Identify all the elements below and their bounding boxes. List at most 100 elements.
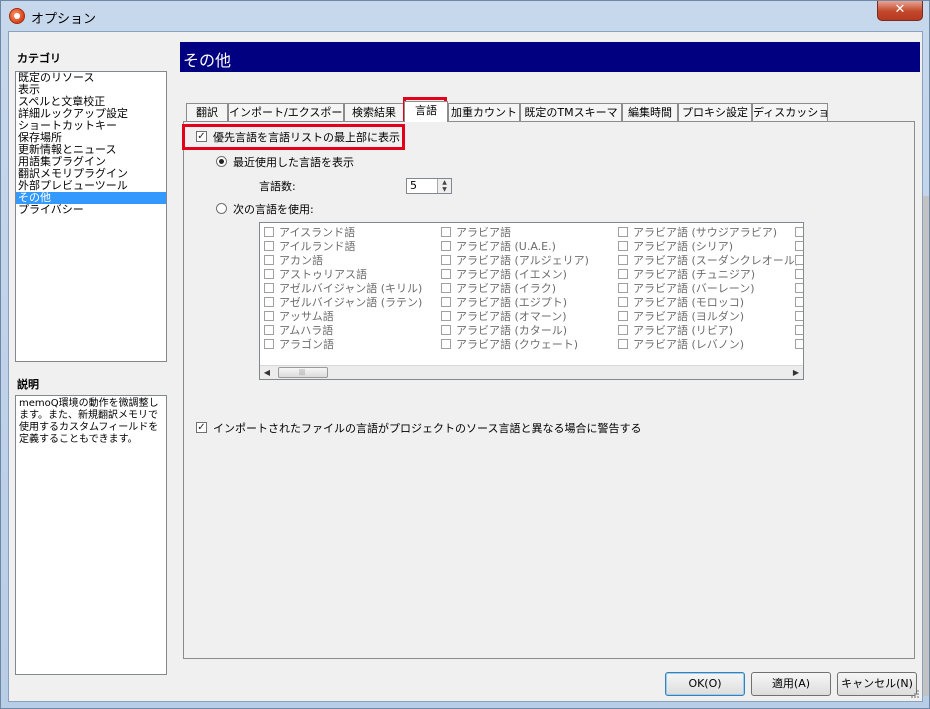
list-item[interactable]: アラビア語 (バーレーン): [618, 282, 799, 296]
checkbox-icon[interactable]: [441, 311, 451, 321]
checkbox-icon[interactable]: [441, 241, 451, 251]
checkbox-icon[interactable]: [795, 283, 803, 293]
category-item-privacy[interactable]: プライバシー: [16, 204, 166, 216]
tab-discussion[interactable]: ディスカッション: [752, 103, 828, 121]
checkbox-icon[interactable]: [795, 325, 803, 335]
checkbox-icon[interactable]: [264, 227, 274, 237]
scroll-thumb[interactable]: |||: [278, 367, 328, 378]
checkbox-icon[interactable]: [795, 227, 803, 237]
list-item[interactable]: アラビア語 (シリア): [618, 240, 799, 254]
list-item[interactable]: アイスランド語: [264, 226, 422, 240]
checkbox-icon[interactable]: [441, 269, 451, 279]
stepper-buttons[interactable]: ▲ ▼: [437, 179, 451, 193]
checkbox-icon[interactable]: [264, 297, 274, 307]
list-item[interactable]: アッサム語: [264, 310, 422, 324]
tab-import-export[interactable]: インポート/エクスポート: [228, 103, 344, 121]
list-item[interactable]: アラビア語 (U.A.E.): [441, 240, 589, 254]
close-button[interactable]: ✕: [877, 1, 923, 21]
tab-proxy-settings[interactable]: プロキシ設定: [678, 103, 752, 121]
list-item[interactable]: アラビア語 (ヨルダン): [618, 310, 799, 324]
tab-language[interactable]: 言語: [404, 101, 448, 122]
list-item[interactable]: アラビア語 (イエメン): [441, 268, 589, 282]
list-item[interactable]: [795, 338, 803, 352]
scroll-right-icon[interactable]: ▶: [789, 366, 803, 379]
apply-button[interactable]: 適用(A): [751, 672, 831, 696]
checkbox-icon[interactable]: [618, 227, 628, 237]
checkbox-icon[interactable]: [264, 325, 274, 335]
checkbox-icon[interactable]: [264, 339, 274, 349]
checkbox-icon[interactable]: [795, 241, 803, 251]
list-item[interactable]: アゼルバイジャン語 (キリル): [264, 282, 422, 296]
checkbox-icon[interactable]: [618, 339, 628, 349]
list-item[interactable]: [795, 240, 803, 254]
list-item[interactable]: [795, 310, 803, 324]
list-item[interactable]: [795, 282, 803, 296]
list-item[interactable]: アラビア語 (リビア): [618, 324, 799, 338]
stepper-down-icon[interactable]: ▼: [438, 186, 451, 193]
checkbox-icon[interactable]: [795, 339, 803, 349]
list-item[interactable]: アラビア語 (モロッコ): [618, 296, 799, 310]
resize-grip-icon[interactable]: [910, 689, 920, 699]
checkbox-icon[interactable]: [795, 269, 803, 279]
checkbox-icon[interactable]: [441, 227, 451, 237]
checkbox-icon[interactable]: [264, 241, 274, 251]
tab-weighted-count[interactable]: 加重カウント: [448, 103, 520, 121]
checkbox-icon[interactable]: [264, 255, 274, 265]
recent-languages-radio[interactable]: [216, 156, 227, 167]
list-item[interactable]: [795, 268, 803, 282]
checkbox-icon[interactable]: [618, 297, 628, 307]
stepper-up-icon[interactable]: ▲: [438, 179, 451, 186]
list-item[interactable]: アラビア語 (レバノン): [618, 338, 799, 352]
checkbox-icon[interactable]: [618, 325, 628, 335]
tab-search-results[interactable]: 検索結果: [344, 103, 404, 121]
language-count-stepper[interactable]: 5 ▲ ▼: [406, 178, 452, 194]
ok-button[interactable]: OK(O): [665, 672, 745, 696]
checkbox-icon[interactable]: [441, 297, 451, 307]
list-item[interactable]: アムハラ語: [264, 324, 422, 338]
tab-default-tm-schema[interactable]: 既定のTMスキーマ: [520, 103, 622, 121]
horizontal-scrollbar[interactable]: ◀ ||| ▶: [260, 365, 803, 379]
list-item[interactable]: アストゥリアス語: [264, 268, 422, 282]
language-checklist[interactable]: アイスランド語 アイルランド語 アカン語 アストゥリアス語 アゼルバイジャン語 …: [259, 222, 804, 380]
checkbox-icon[interactable]: [618, 311, 628, 321]
list-item[interactable]: アラビア語 (スーダンクレオール): [618, 254, 799, 268]
checkbox-icon[interactable]: [795, 255, 803, 265]
tab-translation[interactable]: 翻訳: [186, 103, 228, 121]
list-item[interactable]: [795, 324, 803, 338]
list-item[interactable]: アラビア語 (クウェート): [441, 338, 589, 352]
cancel-button[interactable]: キャンセル(N): [837, 672, 917, 696]
list-item[interactable]: アラビア語 (エジプト): [441, 296, 589, 310]
checkbox-icon[interactable]: [441, 283, 451, 293]
checkbox-icon[interactable]: [264, 283, 274, 293]
checkbox-icon[interactable]: [618, 269, 628, 279]
checkbox-icon[interactable]: [264, 269, 274, 279]
specific-languages-radio[interactable]: [216, 203, 227, 214]
checkbox-icon[interactable]: [264, 311, 274, 321]
list-item[interactable]: [795, 226, 803, 240]
preferred-on-top-checkbox[interactable]: [196, 131, 207, 142]
scroll-left-icon[interactable]: ◀: [260, 366, 274, 379]
tab-editing-time[interactable]: 編集時間: [622, 103, 678, 121]
list-item[interactable]: [795, 296, 803, 310]
category-list[interactable]: 既定のリソース 表示 スペルと文章校正 詳細ルックアップ設定 ショートカットキー…: [15, 71, 167, 362]
checkbox-icon[interactable]: [441, 325, 451, 335]
list-item[interactable]: アラビア語 (アルジェリア): [441, 254, 589, 268]
list-item[interactable]: アラビア語 (イラク): [441, 282, 589, 296]
list-item[interactable]: アカン語: [264, 254, 422, 268]
list-item[interactable]: [795, 254, 803, 268]
list-item[interactable]: アイルランド語: [264, 240, 422, 254]
checkbox-icon[interactable]: [441, 255, 451, 265]
list-item[interactable]: アラビア語 (オマーン): [441, 310, 589, 324]
list-item[interactable]: アゼルバイジャン語 (ラテン): [264, 296, 422, 310]
checkbox-icon[interactable]: [795, 311, 803, 321]
checkbox-icon[interactable]: [618, 283, 628, 293]
checkbox-icon[interactable]: [618, 255, 628, 265]
warn-language-mismatch-checkbox[interactable]: [196, 422, 207, 433]
list-item[interactable]: アラビア語 (サウジアラビア): [618, 226, 799, 240]
list-item[interactable]: アラビア語 (チュニジア): [618, 268, 799, 282]
title-bar[interactable]: オプション ✕: [1, 1, 929, 31]
checkbox-icon[interactable]: [795, 297, 803, 307]
checkbox-icon[interactable]: [618, 241, 628, 251]
list-item[interactable]: アラゴン語: [264, 338, 422, 352]
list-item[interactable]: アラビア語 (カタール): [441, 324, 589, 338]
